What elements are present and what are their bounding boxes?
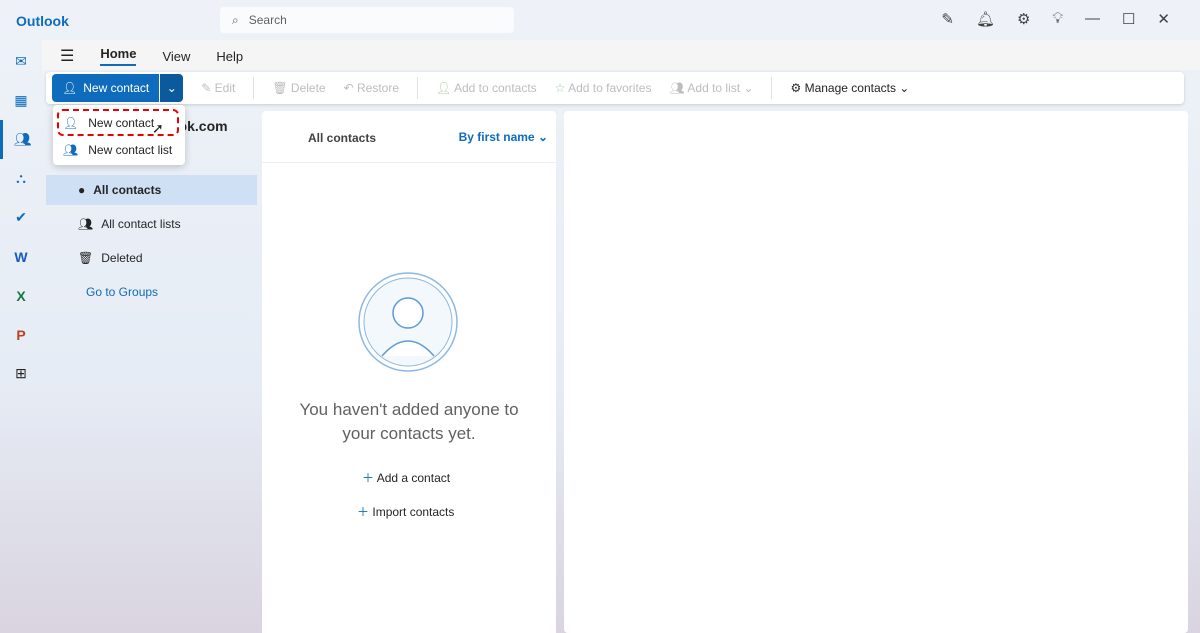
new-contact-button[interactable]: 👤︎ New contact	[52, 74, 160, 102]
gear-icon[interactable]: ⚙	[1017, 10, 1030, 28]
minimize-icon[interactable]: —	[1085, 10, 1100, 28]
empty-line-2: your contacts yet.	[342, 424, 476, 443]
menu-item-label: New contact list	[88, 142, 173, 157]
divider	[253, 77, 255, 99]
app-title: Outlook	[16, 13, 69, 29]
people-icon[interactable]: 👥︎	[0, 120, 42, 159]
todo-icon[interactable]: ✔	[0, 198, 42, 237]
notes-icon[interactable]: ✎	[941, 10, 954, 28]
list-header: All contacts	[308, 131, 377, 145]
sort-label: By first name	[458, 130, 535, 144]
divider	[417, 77, 419, 99]
edit-label: Edit	[214, 81, 236, 95]
sidebar-item-deleted[interactable]: 🗑︎ Deleted	[46, 243, 257, 273]
restore-button[interactable]: ↶ Restore	[344, 81, 399, 95]
search-placeholder: Search	[248, 13, 287, 27]
divider	[262, 162, 556, 163]
ribbon: 👤︎ New contact ⌄ ✎ Edit 🗑︎ Delete ↶ Resto…	[46, 72, 1184, 104]
new-contact-dropdown-button[interactable]: ⌄	[159, 74, 184, 102]
tab-home[interactable]: Home	[100, 46, 137, 66]
apps-icon[interactable]: ⊞	[0, 354, 42, 393]
menu-tabs: ☰ Home View Help	[60, 46, 243, 66]
sort-dropdown[interactable]: By first name ⌄	[459, 130, 548, 144]
empty-contacts-illustration	[358, 272, 458, 372]
trash-icon: 🗑︎	[78, 251, 94, 265]
hamburger-icon[interactable]: ☰	[60, 46, 74, 66]
add-to-list-label: Add to list	[687, 81, 741, 95]
people-add-icon: 👥︎	[63, 142, 79, 157]
groups-icon[interactable]: ⛬	[0, 159, 42, 198]
new-contact-label: New contact	[83, 81, 150, 95]
mail-icon[interactable]: ✉	[0, 42, 42, 81]
bell-icon[interactable]: 🔔︎	[976, 10, 995, 28]
add-contact-button[interactable]: ＋ Add a contact	[362, 469, 450, 486]
maximize-icon[interactable]: ☐	[1122, 10, 1135, 28]
search-icon: ⌕	[232, 12, 239, 27]
person-add-icon: 👤︎	[62, 81, 78, 95]
person-icon: ●	[78, 183, 86, 197]
empty-line-1: You haven't added anyone to	[299, 400, 519, 419]
word-icon[interactable]: W	[0, 237, 42, 276]
restore-label: Restore	[357, 81, 400, 95]
manage-contacts-button[interactable]: ⚙ Manage contacts ⌄	[790, 81, 909, 95]
menu-item-new-contact-list[interactable]: 👥︎ New contact list	[53, 136, 185, 163]
sidebar-item-all-contact-lists[interactable]: 👥︎ All contact lists	[46, 209, 257, 239]
delete-label: Delete	[290, 81, 326, 95]
titlebar-icons: ✎ 🔔︎ ⚙ 💡︎ — ☐ ✕	[941, 10, 1170, 28]
add-to-list-button[interactable]: 👥︎ Add to list ⌄	[669, 81, 753, 95]
cursor-icon: ➚	[152, 120, 164, 136]
tab-view[interactable]: View	[162, 49, 190, 64]
plus-icon: ＋	[362, 471, 375, 485]
divider	[771, 77, 773, 99]
add-contact-label: Add a contact	[376, 471, 451, 485]
sidebar-item-label: All contact lists	[101, 217, 181, 231]
empty-message: You haven't added anyone to your contacts…	[262, 398, 556, 446]
sidebar-item-label: All contacts	[93, 183, 162, 197]
app-rail: ✉ ▦ 👥︎ ⛬ ✔ W X P ⊞	[0, 42, 42, 393]
contact-list-pane: All contacts By first name ⌄ You haven't…	[262, 111, 556, 633]
import-contacts-button[interactable]: ＋ Import contacts	[357, 503, 454, 520]
delete-button[interactable]: 🗑︎ Delete	[272, 81, 325, 95]
import-contacts-label: Import contacts	[372, 505, 455, 519]
go-to-groups-link[interactable]: Go to Groups	[86, 285, 158, 299]
plus-icon: ＋	[357, 505, 370, 519]
close-icon[interactable]: ✕	[1157, 10, 1170, 28]
tab-help[interactable]: Help	[216, 49, 243, 64]
add-to-favorites-button[interactable]: ☆ Add to favorites	[555, 81, 652, 95]
new-contact-split-button: 👤︎ New contact ⌄	[52, 74, 184, 102]
sidebar-item-all-contacts[interactable]: ● All contacts	[46, 175, 257, 205]
edit-button[interactable]: ✎ Edit	[201, 81, 235, 95]
manage-contacts-label: Manage contacts	[804, 81, 896, 95]
calendar-icon[interactable]: ▦	[0, 81, 42, 120]
add-to-contacts-label: Add to contacts	[453, 81, 537, 95]
search-input[interactable]: ⌕ Search	[220, 7, 514, 33]
contact-detail-pane	[564, 111, 1188, 633]
add-to-contacts-button[interactable]: 👤︎ Add to contacts	[436, 81, 537, 95]
excel-icon[interactable]: X	[0, 276, 42, 315]
sidebar-item-label: Deleted	[101, 251, 143, 265]
add-to-favorites-label: Add to favorites	[568, 81, 652, 95]
lightbulb-icon[interactable]: 💡︎	[1052, 10, 1063, 28]
powerpoint-icon[interactable]: P	[0, 315, 42, 354]
contact-list-icon: 👥︎	[78, 217, 94, 231]
